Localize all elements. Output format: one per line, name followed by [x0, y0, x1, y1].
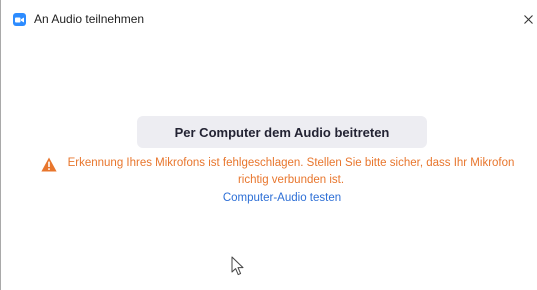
window-title: An Audio teilnehmen: [34, 12, 145, 26]
join-computer-audio-button[interactable]: Per Computer dem Audio beitreten: [137, 116, 427, 148]
mouse-cursor-icon: [231, 256, 244, 276]
warning-triangle-icon: [41, 157, 57, 172]
close-button[interactable]: [524, 6, 537, 32]
title-bar: An Audio teilnehmen: [1, 0, 537, 36]
zoom-camera-icon: [13, 13, 26, 26]
warning-message: Erkennung Ihres Mikrofons ist fehlgeschl…: [67, 157, 515, 186]
close-icon: [524, 14, 533, 24]
audio-join-window: An Audio teilnehmen Per Computer dem Aud…: [0, 0, 537, 290]
test-computer-audio-link[interactable]: Computer-Audio testen: [1, 192, 537, 204]
microphone-warning: Erkennung Ihres Mikrofons ist fehlgeschl…: [41, 155, 521, 189]
